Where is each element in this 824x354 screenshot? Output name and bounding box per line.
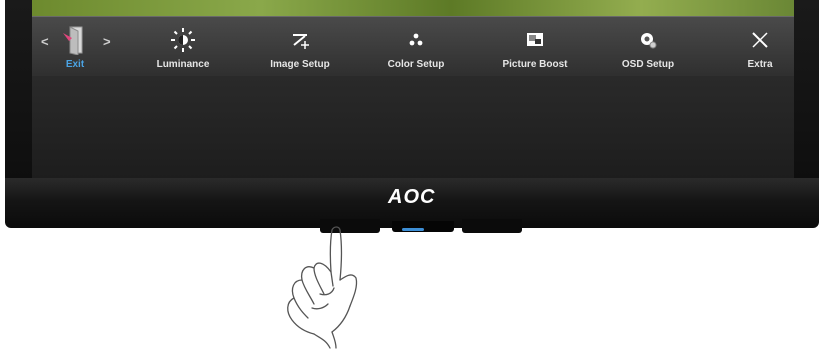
brand-logo: AOC (388, 186, 436, 208)
extra-tools-icon (752, 32, 768, 48)
osd-item-extra[interactable]: Extra (712, 17, 808, 77)
power-led-indicator (402, 228, 424, 231)
brightness-sun-icon (171, 28, 195, 52)
osd-item-luminance[interactable]: Luminance (135, 17, 231, 77)
picture-boost-icon (527, 33, 543, 46)
screen-background-image (32, 0, 794, 16)
color-dots-icon (409, 33, 423, 46)
osd-item-label: OSD Setup (621, 59, 675, 70)
osd-item-label: Exit (65, 59, 85, 70)
monitor: < > Exit Luminance Image Setup Color Set… (5, 0, 819, 228)
image-setup-icon (293, 34, 309, 49)
exit-door-icon (63, 26, 83, 55)
osd-item-label: Picture Boost (502, 59, 568, 70)
osd-gear-icon (641, 33, 657, 49)
osd-item-label: Image Setup (270, 59, 330, 70)
osd-item-color-setup[interactable]: Color Setup (368, 17, 464, 77)
osd-item-image-setup[interactable]: Image Setup (252, 17, 348, 77)
front-button-group-right[interactable] (462, 219, 522, 233)
osd-item-exit[interactable]: Exit (27, 17, 123, 77)
osd-main-menu: < > Exit Luminance Image Setup Color Set… (32, 16, 794, 77)
screen-lower-area (32, 76, 794, 178)
pointing-hand-icon (287, 226, 358, 349)
osd-item-label: Extra (747, 59, 773, 70)
osd-item-label: Luminance (156, 59, 210, 70)
monitor-screen: < > Exit Luminance Image Setup Color Set… (32, 0, 794, 178)
osd-item-osd-setup[interactable]: OSD Setup (600, 17, 696, 77)
osd-item-picture-boost[interactable]: Picture Boost (487, 17, 583, 77)
osd-item-label: Color Setup (387, 59, 445, 70)
